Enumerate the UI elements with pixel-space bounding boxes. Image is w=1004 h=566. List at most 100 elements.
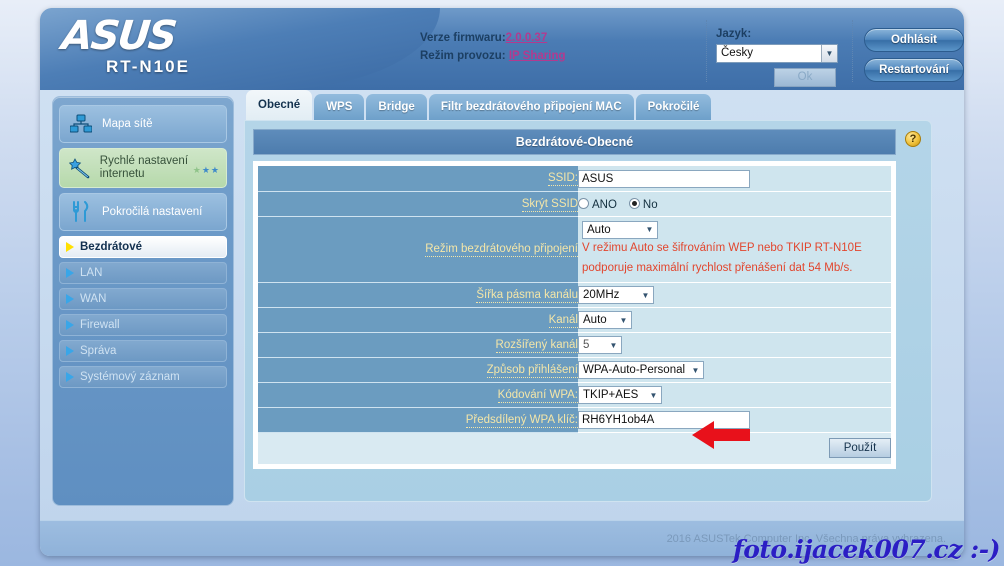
triangle-right-icon (66, 372, 74, 382)
rating-stars: ★★★ (193, 165, 220, 176)
channel-value: Auto (583, 314, 607, 326)
reboot-button[interactable]: Restartování (864, 58, 964, 82)
channel-bandwidth-select[interactable]: 20MHz ▼ (578, 286, 654, 304)
divider-right (852, 20, 853, 82)
wireless-general-form: SSID: ASUS Skrýt SSID (253, 161, 896, 469)
table-row: Skrýt SSID ANONo (258, 191, 891, 216)
firmware-label: Verze firmwaru: (420, 32, 506, 44)
apply-button[interactable]: Použít (829, 438, 891, 458)
wpa-encryption-select[interactable]: TKIP+AES ▼ (578, 386, 662, 404)
triangle-right-icon (66, 268, 74, 278)
logout-button[interactable]: Odhlásit (864, 28, 964, 52)
opmode-row: Režim provozu: IP Sharing (420, 50, 566, 62)
table-row: Předsdílený WPA klíč: RH6YH1ob4A (258, 407, 891, 432)
auth-method-select[interactable]: WPA-Auto-Personal ▼ (578, 361, 704, 379)
wireless-mode-value-cell: Auto ▼ V režimu Auto se šifrováním WEP n… (578, 216, 891, 282)
sidebar-item-network-map[interactable]: Mapa sítě (59, 105, 227, 143)
panel-inner: Bezdrátové-Obecné SSID: ASUS (253, 129, 896, 469)
wireless-mode-label: Režim bezdrátového připojení (425, 243, 578, 257)
channel-label: Kanál (549, 314, 578, 328)
network-map-icon (66, 114, 96, 134)
channel-value-cell: Auto ▼ (578, 307, 891, 332)
hide-ssid-label: Skrýt SSID (522, 198, 578, 212)
sidebar-subitem-label: Správa (80, 345, 116, 357)
extension-channel-select[interactable]: 5 ▼ (578, 336, 622, 354)
sidebar-subitem-label: LAN (80, 267, 102, 279)
hide-ssid-radio-yes[interactable] (578, 198, 589, 209)
ssid-input[interactable]: ASUS (578, 170, 750, 188)
language-selector-block: Jazyk: Česky ▼ Ok (716, 28, 838, 87)
sidebar-item-sprava[interactable]: Správa (59, 340, 227, 362)
sidebar-item-firewall[interactable]: Firewall (59, 314, 227, 336)
wpa-key-label: Předsdílený WPA klíč: (466, 414, 578, 428)
body-area: Mapa sítě Rychlé nastavení internetu ★★★ (40, 90, 964, 556)
sidebar-item-label: Mapa sítě (102, 118, 153, 131)
ssid-label: SSID: (548, 172, 578, 186)
wireless-mode-select[interactable]: Auto ▼ (582, 221, 658, 239)
sidebar-navigation: Mapa sítě Rychlé nastavení internetu ★★★ (52, 96, 234, 506)
sidebar-item-wan[interactable]: WAN (59, 288, 227, 310)
sidebar-item-system-log[interactable]: Systémový záznam (59, 366, 227, 388)
language-ok-button[interactable]: Ok (774, 68, 836, 87)
table-row: SSID: ASUS (258, 166, 891, 191)
sidebar-subitem-label: WAN (80, 293, 106, 305)
hide-ssid-label-cell: Skrýt SSID (258, 191, 578, 216)
hide-ssid-value-cell: ANONo (578, 191, 891, 216)
channel-label-cell: Kanál (258, 307, 578, 332)
tab-bridge[interactable]: Bridge (366, 94, 426, 120)
channel-select[interactable]: Auto ▼ (578, 311, 632, 329)
triangle-right-icon (66, 242, 74, 252)
firmware-version-link[interactable]: 2.0.0.37 (506, 32, 548, 44)
sidebar-item-quick-internet-setup[interactable]: Rychlé nastavení internetu ★★★ (59, 148, 227, 188)
opmode-label: Režim provozu: (420, 50, 506, 62)
sidebar-subitem-label: Firewall (80, 319, 120, 331)
table-row: Kanál Auto ▼ (258, 307, 891, 332)
hide-ssid-no-label: No (643, 199, 658, 211)
tab-bar: Obecné WPS Bridge Filtr bezdrátového při… (244, 90, 932, 120)
help-icon[interactable]: ? (905, 131, 921, 147)
divider-left (706, 20, 707, 82)
magic-wand-icon (66, 157, 94, 179)
wpa-encryption-label: Kódování WPA: (498, 389, 578, 403)
wireless-mode-warning-line2: podporuje maximální rychlost přenášení d… (582, 259, 891, 279)
triangle-right-icon (66, 320, 74, 330)
tab-pokrocile[interactable]: Pokročilé (636, 94, 712, 120)
wireless-mode-label-cell: Režim bezdrátového připojení (258, 216, 578, 282)
wpa-key-value-cell: RH6YH1ob4A (578, 407, 891, 432)
wpa-key-label-cell: Předsdílený WPA klíč: (258, 407, 578, 432)
chevron-down-icon: ▼ (638, 287, 653, 303)
chevron-down-icon: ▼ (606, 337, 621, 353)
auth-method-label-cell: Způsob přihlášení (258, 357, 578, 382)
tab-obecne[interactable]: Obecné (246, 90, 312, 120)
extension-channel-value: 5 (583, 339, 589, 351)
sidebar-item-bezdratove[interactable]: Bezdrátové (59, 236, 227, 258)
triangle-right-icon (66, 294, 74, 304)
sidebar-item-lan[interactable]: LAN (59, 262, 227, 284)
extension-channel-label: Rozšířený kanál (496, 339, 578, 353)
chevron-down-icon: ▼ (821, 45, 837, 62)
channel-bandwidth-label-cell: Šířka pásma kanálu (258, 282, 578, 307)
settings-table: SSID: ASUS Skrýt SSID (258, 166, 891, 464)
page-title: Bezdrátové-Obecné (253, 129, 896, 155)
sidebar-subitem-label: Systémový záznam (80, 371, 180, 383)
triangle-right-icon (66, 346, 74, 356)
tab-wps[interactable]: WPS (314, 94, 364, 120)
auth-method-label: Způsob přihlášení (487, 364, 578, 378)
channel-bandwidth-label: Šířka pásma kanálu (476, 289, 578, 303)
hide-ssid-radio-no[interactable] (629, 198, 640, 209)
sidebar-item-advanced-settings[interactable]: Pokročilá nastavení (59, 193, 227, 231)
channel-bandwidth-value: 20MHz (583, 289, 619, 301)
language-label: Jazyk: (716, 28, 838, 40)
language-select[interactable]: Česky ▼ (716, 44, 838, 63)
ssid-value-cell: ASUS (578, 166, 891, 191)
wpa-encryption-value-cell: TKIP+AES ▼ (578, 382, 891, 407)
table-row: Použít (258, 432, 891, 464)
opmode-link[interactable]: IP Sharing (509, 50, 566, 62)
apply-row: Použít (258, 432, 891, 464)
tab-mac-filter[interactable]: Filtr bezdrátového připojení MAC (429, 94, 634, 120)
table-row: Režim bezdrátového připojení Auto ▼ V re… (258, 216, 891, 282)
wpa-encryption-value: TKIP+AES (583, 389, 638, 401)
wpa-key-input[interactable]: RH6YH1ob4A (578, 411, 750, 429)
tools-icon (66, 201, 96, 223)
content-area: Obecné WPS Bridge Filtr bezdrátového při… (244, 90, 932, 512)
